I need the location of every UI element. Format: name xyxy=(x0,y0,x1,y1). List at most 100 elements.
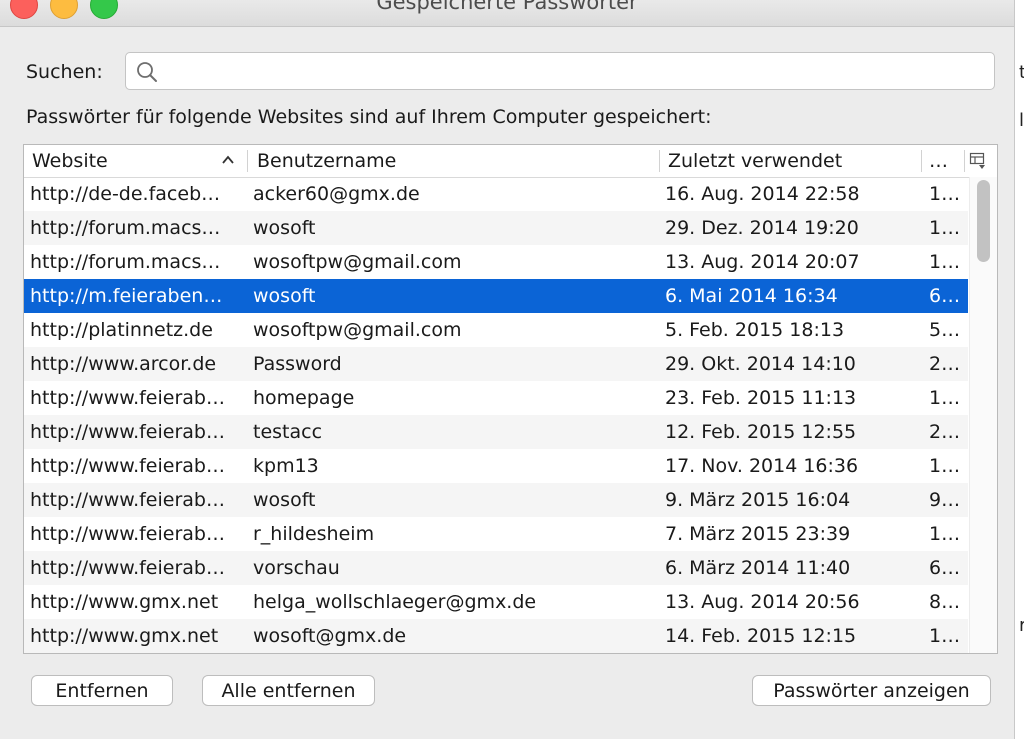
column-header-username[interactable]: Benutzername xyxy=(257,145,396,177)
cell-username: homepage xyxy=(253,387,355,409)
cell-website: http://www.feierab… xyxy=(30,523,225,545)
background-text-fragment: l xyxy=(1019,110,1024,131)
cell-last-used: 14. Feb. 2015 12:15 xyxy=(665,625,857,647)
cell-last-used: 29. Okt. 2014 14:10 xyxy=(665,353,856,375)
remove-button[interactable]: Entfernen xyxy=(31,675,173,706)
cell-more: 2… xyxy=(929,421,961,443)
table-row[interactable]: http://platinnetz.de wosoftpw@gmail.com 5.… xyxy=(24,313,968,347)
table-row[interactable]: http://www.feierab… kpm13 17. Nov. 2014 16… xyxy=(24,449,968,483)
table-row[interactable]: http://www.arcor.de Password 29. Okt. 2014… xyxy=(24,347,968,381)
table-row[interactable]: http://forum.macs… wosoft 29. Dez. 2014 19… xyxy=(24,211,968,245)
cell-username: wosoft xyxy=(253,217,316,239)
column-header-more[interactable]: … xyxy=(929,145,948,177)
table-row[interactable]: http://www.feierab… testacc 12. Feb. 2015 … xyxy=(24,415,968,449)
cell-more: 5… xyxy=(929,319,961,341)
saved-passwords-window: Gespeicherte Passwörter Suchen: Passwört… xyxy=(0,0,1014,739)
cell-last-used: 6. Mai 2014 16:34 xyxy=(665,285,838,307)
cell-username: kpm13 xyxy=(253,455,319,477)
cell-more: 1… xyxy=(929,251,961,273)
cell-website: http://www.feierab… xyxy=(30,421,225,443)
window-title: Gespeicherte Passwörter xyxy=(376,0,638,14)
search-field[interactable] xyxy=(125,52,995,90)
cell-website: http://www.feierab… xyxy=(30,489,225,511)
background-text-fragment: r xyxy=(1019,615,1024,636)
cell-username: wosoftpw@gmail.com xyxy=(253,319,462,341)
cell-website: http://www.gmx.net xyxy=(30,591,219,613)
cell-website: http://www.feierab… xyxy=(30,455,225,477)
cell-more: 1… xyxy=(929,625,961,647)
background-text-fragment: t xyxy=(1019,62,1024,83)
cell-more: 8… xyxy=(929,591,961,613)
saved-passwords-table: Website Benutzername Zuletzt verwendet …… xyxy=(23,144,998,654)
search-icon xyxy=(137,62,157,82)
cell-more: 1… xyxy=(929,217,961,239)
vertical-scrollbar[interactable] xyxy=(969,177,997,653)
table-row[interactable]: http://www.feierab… wosoft 9. März 2015 16… xyxy=(24,483,968,517)
column-divider[interactable] xyxy=(247,150,248,172)
cell-last-used: 5. Feb. 2015 18:13 xyxy=(665,319,845,341)
table-row[interactable]: http://forum.macs… wosoftpw@gmail.com 13. … xyxy=(24,245,968,279)
table-row[interactable]: http://www.feierab… homepage 23. Feb. 2015… xyxy=(24,381,968,415)
cell-last-used: 13. Aug. 2014 20:07 xyxy=(665,251,860,273)
column-divider xyxy=(964,150,965,172)
cell-username: testacc xyxy=(253,421,323,443)
cell-more: 6… xyxy=(929,285,961,307)
description-text: Passwörter für folgende Websites sind au… xyxy=(26,106,712,128)
show-passwords-button[interactable]: Passwörter anzeigen xyxy=(752,675,991,706)
column-picker-icon[interactable] xyxy=(969,152,987,170)
cell-username: wosoft@gmx.de xyxy=(253,625,407,647)
search-label: Suchen: xyxy=(26,61,103,83)
cell-website: http://platinnetz.de xyxy=(30,319,213,341)
cell-last-used: 13. Aug. 2014 20:56 xyxy=(665,591,860,613)
table-header: Website Benutzername Zuletzt verwendet … xyxy=(24,145,997,178)
title-bar: Gespeicherte Passwörter xyxy=(0,0,1014,27)
cell-last-used: 17. Nov. 2014 16:36 xyxy=(665,455,859,477)
cell-more: 1… xyxy=(929,523,961,545)
cell-last-used: 9. März 2015 16:04 xyxy=(665,489,851,511)
table-row[interactable]: http://www.gmx.net wosoft@gmx.de 14. Feb. … xyxy=(24,619,968,653)
cell-username: wosoft xyxy=(253,489,316,511)
cell-username: helga_wollschlaeger@gmx.de xyxy=(253,591,537,613)
cell-more: 1… xyxy=(929,387,961,409)
table-body: http://de-de.faceb… acker60@gmx.de 16. Aug… xyxy=(24,177,968,653)
cell-more: 1… xyxy=(929,183,961,205)
cell-last-used: 16. Aug. 2014 22:58 xyxy=(665,183,860,205)
cell-website: http://forum.macs… xyxy=(30,251,221,273)
cell-more: 2… xyxy=(929,353,961,375)
column-divider[interactable] xyxy=(921,150,922,172)
cell-username: r_hildesheim xyxy=(253,523,375,545)
cell-more: 1… xyxy=(929,455,961,477)
column-header-website[interactable]: Website xyxy=(32,145,108,177)
background-window-edge: t l r xyxy=(1014,0,1024,739)
table-row[interactable]: http://m.feieraben… wosoft 6. Mai 2014 16:… xyxy=(24,279,968,313)
table-row[interactable]: http://www.gmx.net helga_wollschlaeger@gm… xyxy=(24,585,968,619)
search-input[interactable] xyxy=(168,57,987,87)
cell-username: wosoft xyxy=(253,285,316,307)
cell-website: http://www.gmx.net xyxy=(30,625,219,647)
cell-website: http://www.arcor.de xyxy=(30,353,217,375)
table-row[interactable]: http://de-de.faceb… acker60@gmx.de 16. Aug… xyxy=(24,177,968,211)
scrollbar-thumb[interactable] xyxy=(977,180,990,262)
sort-ascending-icon[interactable] xyxy=(221,153,235,167)
cell-website: http://m.feieraben… xyxy=(30,285,223,307)
cell-website: http://de-de.faceb… xyxy=(30,183,221,205)
cell-username: wosoftpw@gmail.com xyxy=(253,251,462,273)
column-header-last-used[interactable]: Zuletzt verwendet xyxy=(668,145,842,177)
cell-website: http://www.feierab… xyxy=(30,557,225,579)
column-divider[interactable] xyxy=(659,150,660,172)
cell-username: acker60@gmx.de xyxy=(253,183,420,205)
cell-username: Password xyxy=(253,353,342,375)
cell-last-used: 23. Feb. 2015 11:13 xyxy=(665,387,857,409)
cell-more: 6… xyxy=(929,557,961,579)
table-row[interactable]: http://www.feierab… vorschau 6. März 2014 … xyxy=(24,551,968,585)
cell-username: vorschau xyxy=(253,557,340,579)
cell-website: http://forum.macs… xyxy=(30,217,221,239)
cell-more: 9… xyxy=(929,489,961,511)
table-row[interactable]: http://www.feierab… r_hildesheim 7. März 2… xyxy=(24,517,968,551)
remove-all-button[interactable]: Alle entfernen xyxy=(202,675,375,706)
cell-last-used: 6. März 2014 11:40 xyxy=(665,557,851,579)
cell-last-used: 29. Dez. 2014 19:20 xyxy=(665,217,859,239)
cell-last-used: 12. Feb. 2015 12:55 xyxy=(665,421,857,443)
cell-last-used: 7. März 2015 23:39 xyxy=(665,523,851,545)
cell-website: http://www.feierab… xyxy=(30,387,225,409)
